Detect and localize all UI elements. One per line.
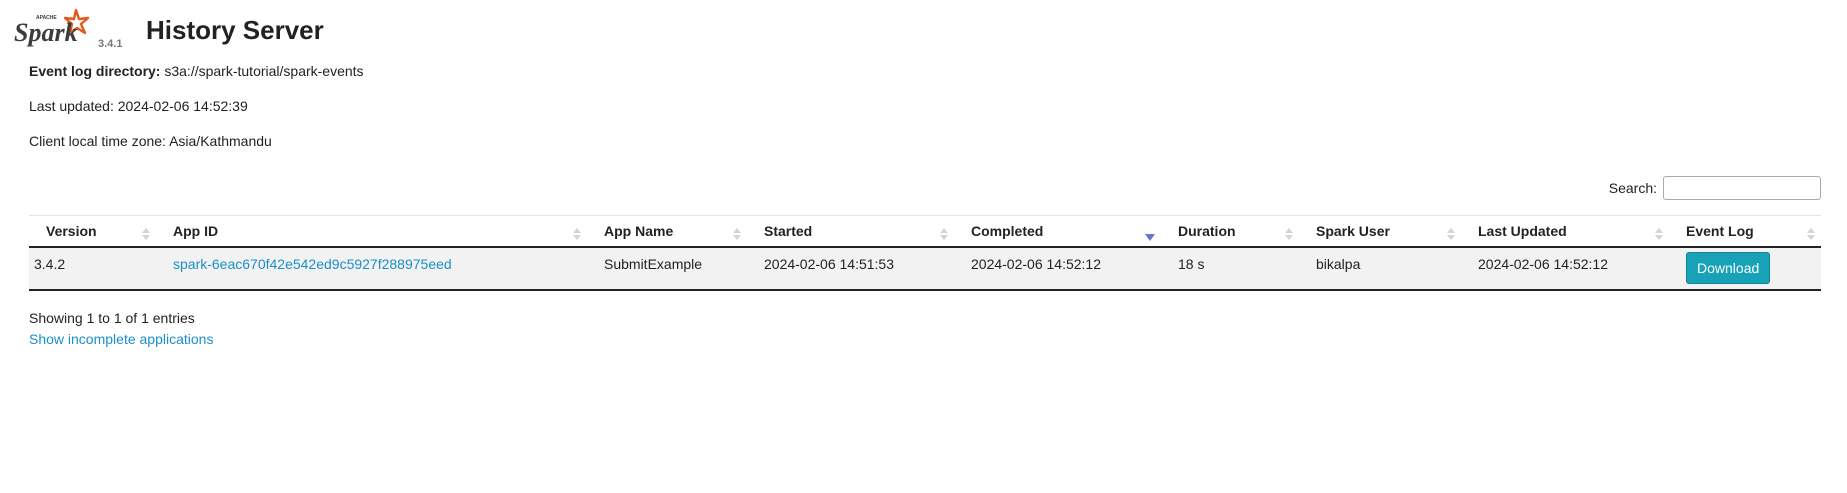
cell-spark-user: bikalpa bbox=[1299, 247, 1461, 291]
sort-icon bbox=[573, 228, 581, 242]
event-log-label: Event log directory: bbox=[29, 63, 161, 79]
column-header-last-updated[interactable]: Last Updated bbox=[1461, 215, 1669, 248]
app-id-link[interactable]: spark-6eac670f42e542ed9c5927f288975eed bbox=[173, 256, 452, 272]
column-header-app-name[interactable]: App Name bbox=[587, 215, 747, 248]
search-box: Search: bbox=[1609, 176, 1821, 200]
last-updated: Last updated: 2024-02-06 14:52:39 bbox=[29, 98, 248, 114]
sort-icon bbox=[1447, 228, 1455, 242]
column-header-event-log[interactable]: Event Log bbox=[1669, 215, 1821, 248]
search-label: Search: bbox=[1608, 180, 1657, 196]
table-header-row: Version App ID App Name Started Complete… bbox=[29, 215, 1821, 248]
cell-duration: 18 s bbox=[1161, 247, 1299, 291]
applications-table: Version App ID App Name Started Complete… bbox=[29, 215, 1821, 291]
column-header-completed[interactable]: Completed bbox=[954, 215, 1161, 248]
search-input[interactable] bbox=[1663, 176, 1821, 200]
column-header-version[interactable]: Version bbox=[29, 215, 156, 248]
cell-version: 3.4.2 bbox=[29, 247, 156, 291]
sort-icon bbox=[1807, 228, 1815, 242]
cell-completed: 2024-02-06 14:52:12 bbox=[954, 247, 1161, 291]
sort-icon bbox=[142, 228, 150, 242]
table-row: 3.4.2 spark-6eac670f42e542ed9c5927f28897… bbox=[29, 247, 1821, 291]
cell-started: 2024-02-06 14:51:53 bbox=[747, 247, 954, 291]
spark-logo-icon: APACHE Spark bbox=[14, 8, 90, 47]
page-title: History Server bbox=[146, 15, 324, 45]
cell-app-name: SubmitExample bbox=[587, 247, 747, 291]
cell-last-updated: 2024-02-06 14:52:12 bbox=[1461, 247, 1669, 291]
column-header-started[interactable]: Started bbox=[747, 215, 954, 248]
entries-info: Showing 1 to 1 of 1 entries bbox=[29, 310, 195, 326]
show-incomplete-link[interactable]: Show incomplete applications bbox=[29, 331, 213, 347]
sort-icon bbox=[733, 228, 741, 242]
sort-icon bbox=[940, 228, 948, 242]
spark-version: 3.4.1 bbox=[98, 38, 123, 50]
sort-icon bbox=[1285, 228, 1293, 242]
client-timezone: Client local time zone: Asia/Kathmandu bbox=[29, 133, 272, 149]
column-header-duration[interactable]: Duration bbox=[1161, 215, 1299, 248]
column-header-spark-user[interactable]: Spark User bbox=[1299, 215, 1461, 248]
spark-logo[interactable]: APACHE Spark 3.4.1 bbox=[14, 8, 122, 52]
page-header: APACHE Spark 3.4.1 History Server bbox=[14, 8, 324, 58]
column-header-app-id[interactable]: App ID bbox=[156, 215, 587, 248]
event-log-directory: Event log directory: s3a://spark-tutoria… bbox=[29, 63, 364, 79]
sort-icon bbox=[1655, 228, 1663, 242]
download-button[interactable]: Download bbox=[1686, 252, 1771, 284]
sort-descending-icon bbox=[1145, 234, 1155, 241]
event-log-value: s3a://spark-tutorial/spark-events bbox=[164, 63, 364, 79]
svg-text:Spark: Spark bbox=[14, 18, 78, 47]
